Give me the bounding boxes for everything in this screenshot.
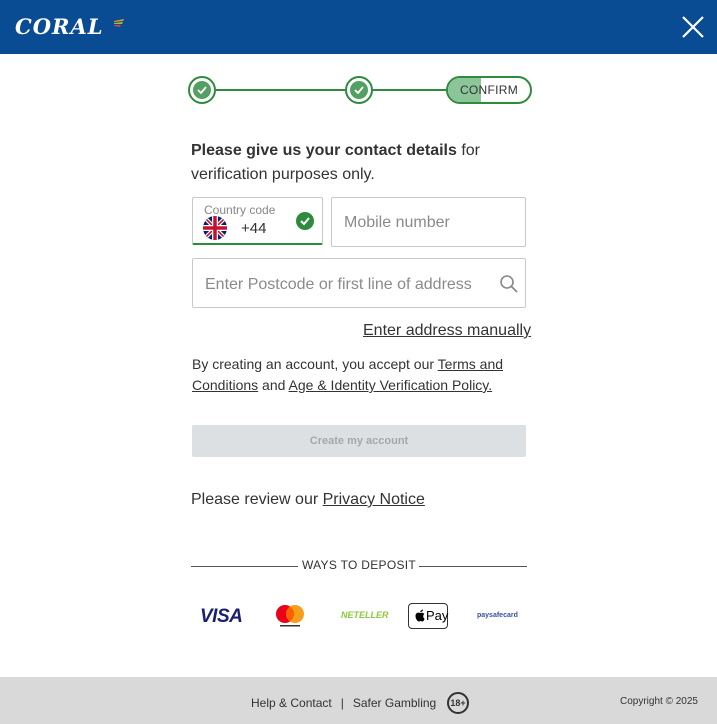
logo-swoosh-icon [114,19,124,27]
country-code-select[interactable]: Country code +44 [192,197,323,245]
confirm-label: CONFIRM [459,83,519,97]
close-icon [682,16,704,38]
age-18-badge: 18+ [447,692,469,714]
step-confirm: CONFIRM [446,76,532,104]
apple-icon [415,609,425,622]
footer: Help & Contact | Safer Gambling 18+ Copyri… [0,677,717,724]
stepper-line-2 [373,89,446,91]
search-icon[interactable] [499,274,519,294]
footer-links: Help & Contact | Safer Gambling [251,696,436,710]
logo-text: CORAL [15,14,104,39]
stepper-line-1 [216,89,345,91]
divider-right [419,566,527,567]
mobile-placeholder: Mobile number [344,214,450,231]
coral-logo[interactable]: CORAL [15,14,124,39]
uk-flag-icon [203,216,227,240]
paysafecard-logo: paysafecard [477,612,518,619]
mastercard-logo [276,605,304,627]
country-code-value: +44 [241,220,267,237]
mobile-number-input[interactable]: Mobile number [331,197,526,247]
step-2-complete [345,76,373,104]
terms-text: By creating an account, you accept our T… [192,354,522,396]
privacy-notice-link[interactable]: Privacy Notice [323,491,425,508]
step-1-complete [188,76,216,104]
ways-to-deposit-heading: WAYS TO DEPOSIT [301,558,417,572]
visa-logo: VISA [200,606,243,627]
check-icon [354,86,364,94]
neteller-logo: NETELLER [341,610,389,620]
country-code-label: Country code [204,203,276,217]
safer-gambling-link[interactable]: Safer Gambling [353,696,436,710]
address-search-input[interactable]: Enter Postcode or first line of address [192,258,526,308]
address-placeholder: Enter Postcode or first line of address [205,276,472,293]
close-button[interactable] [678,12,708,42]
enter-address-manually-link[interactable]: Enter address manually [363,322,531,340]
footer-separator: | [340,696,344,710]
intro-text: Please give us your contact details for … [191,139,491,187]
terms-prefix: By creating an account, you accept our [192,356,438,372]
help-contact-link[interactable]: Help & Contact [251,696,332,710]
progress-stepper: CONFIRM [188,76,532,104]
create-account-button[interactable]: Create my account [192,425,526,457]
apple-pay-label: Pay [426,608,449,623]
privacy-prefix: Please review our [191,491,323,508]
intro-bold: Please give us your contact details [191,142,457,159]
privacy-text: Please review our Privacy Notice [191,491,425,509]
apple-pay-logo: Pay [408,603,448,629]
age-identity-policy-link[interactable]: Age & Identity Verification Policy. [289,377,493,393]
check-icon [197,86,207,94]
header: CORAL [0,0,717,54]
divider-left [191,566,298,567]
terms-middle: and [258,377,289,393]
copyright-text: Copyright © 2025 [620,696,698,707]
valid-check-icon [296,212,314,230]
